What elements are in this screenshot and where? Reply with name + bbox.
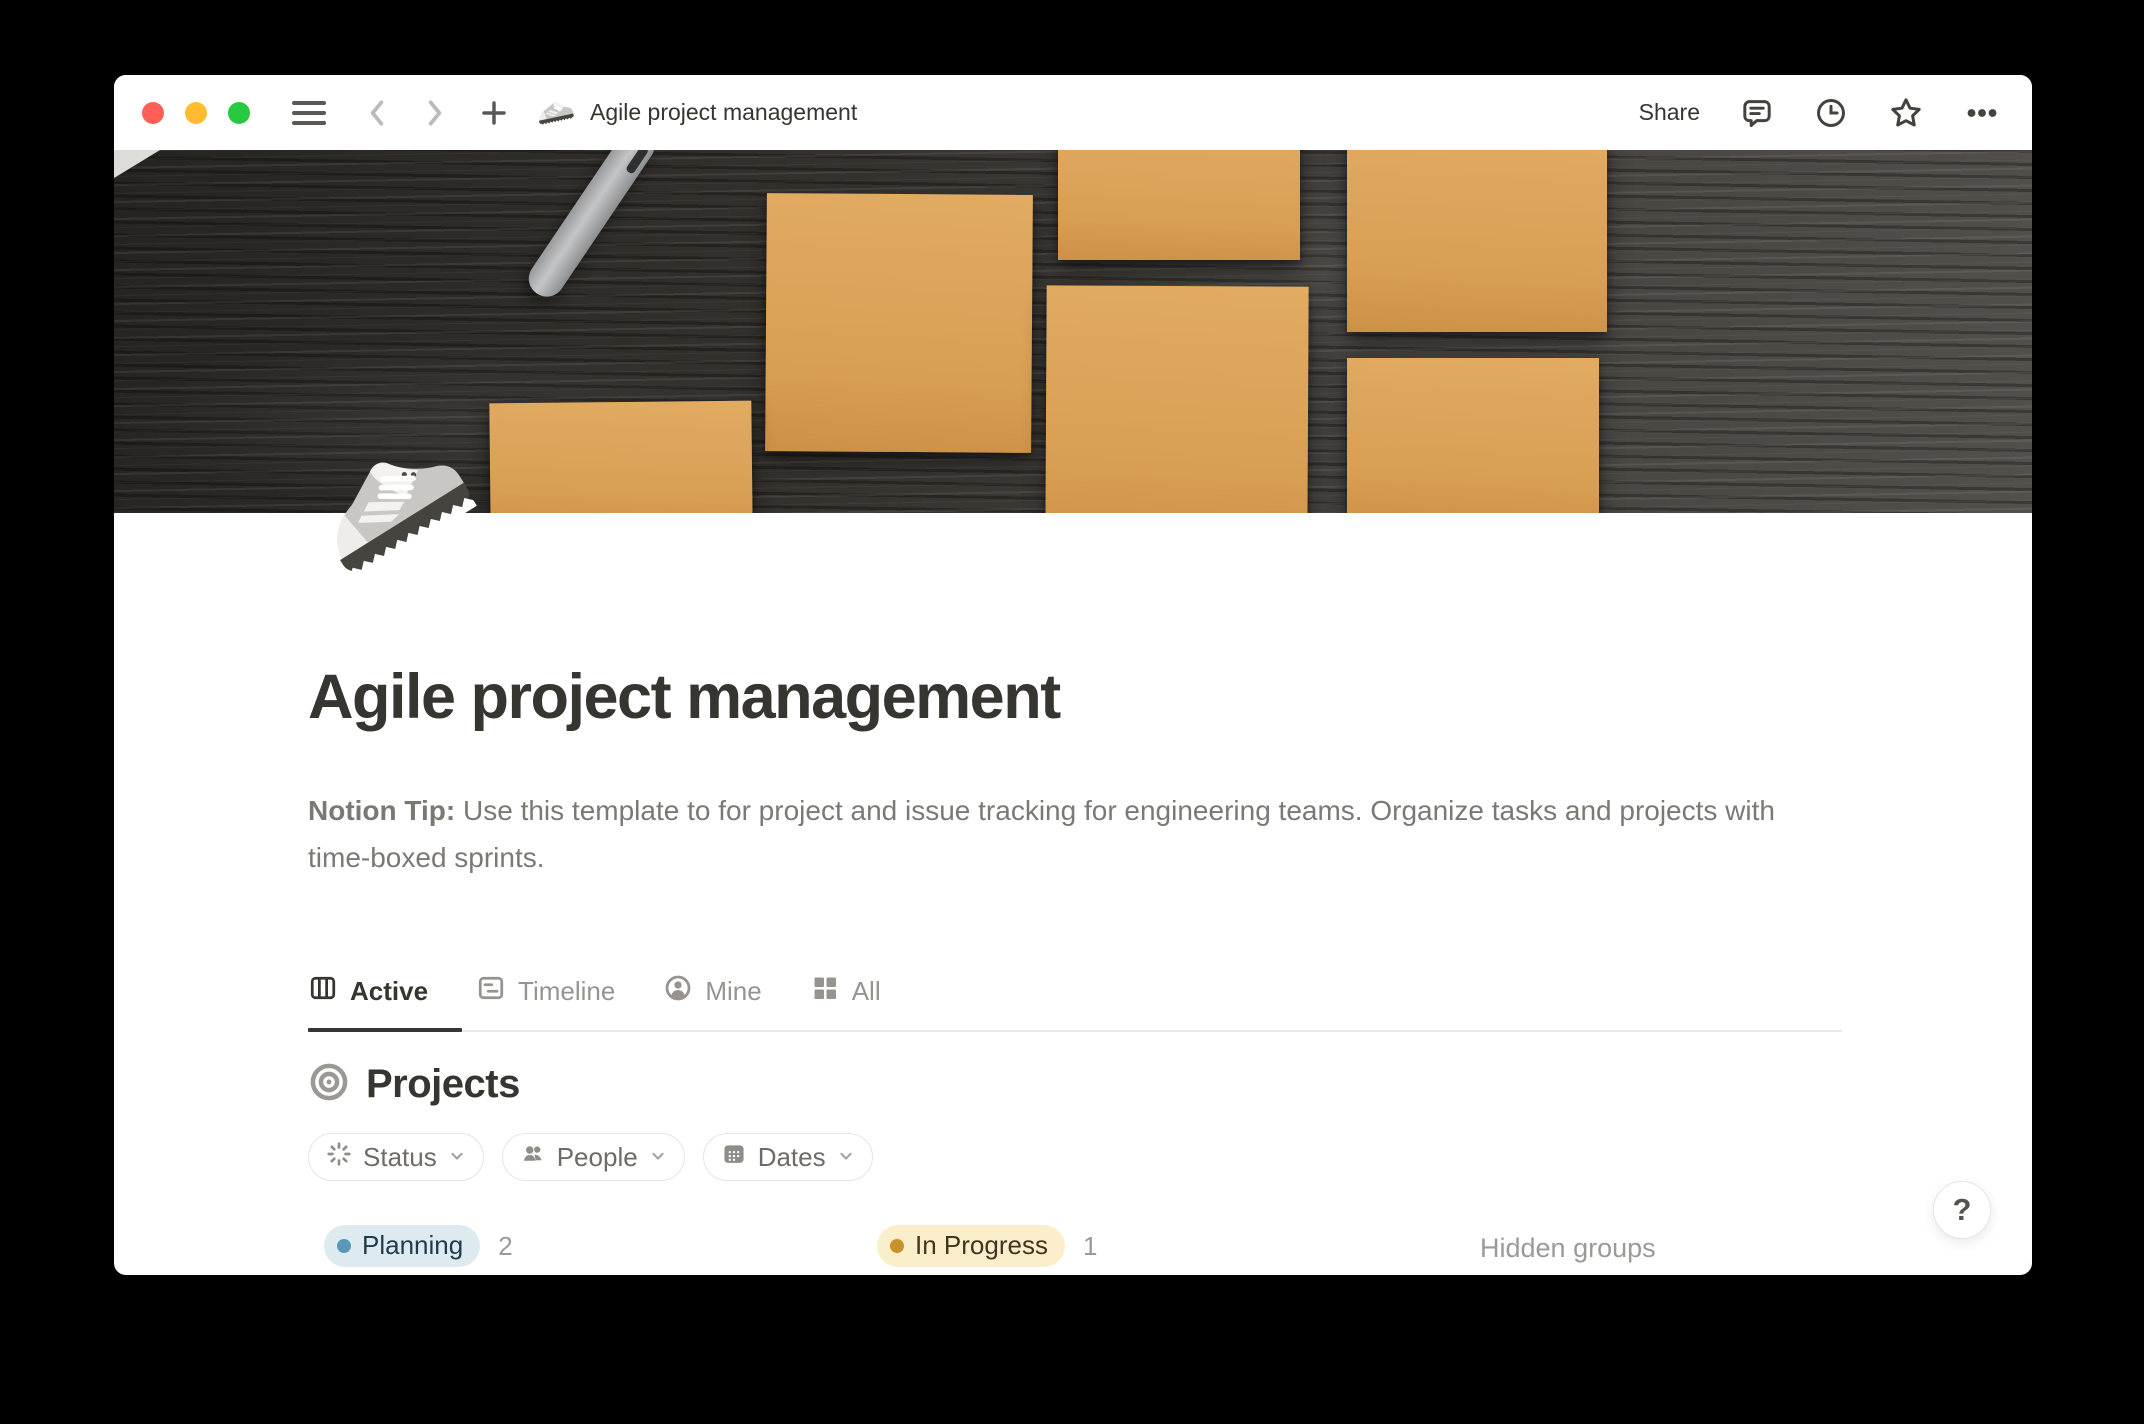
- chip-label: Dates: [758, 1142, 826, 1173]
- cover-paper-corner: [114, 150, 160, 178]
- page-title: Agile project management: [308, 661, 1060, 733]
- sticky-note: [765, 193, 1033, 453]
- back-chevron-icon[interactable]: [362, 96, 392, 130]
- tab-mine[interactable]: Mine: [663, 969, 761, 1030]
- group-label: In Progress: [915, 1230, 1048, 1261]
- people-icon: [519, 1140, 547, 1175]
- group-count: 1: [1083, 1231, 1097, 1262]
- notion-tip-text: Use this template to for project and iss…: [308, 795, 1775, 873]
- sneaker-icon: [536, 99, 574, 127]
- filter-chips: Status People Dates: [308, 1133, 873, 1181]
- target-icon: [308, 1061, 350, 1108]
- tab-label: Timeline: [518, 976, 615, 1007]
- status-filter-chip[interactable]: Status: [308, 1133, 484, 1181]
- window-title: Agile project management: [590, 99, 857, 126]
- group-count: 2: [498, 1231, 512, 1262]
- chevron-down-icon: [447, 1142, 467, 1173]
- traffic-lights: [142, 102, 250, 124]
- zoom-window-button[interactable]: [228, 102, 250, 124]
- group-planning: Planning 2: [324, 1225, 513, 1267]
- group-in-progress: In Progress 1: [877, 1225, 1097, 1267]
- favorite-star-icon[interactable]: [1888, 95, 1924, 131]
- status-dot: [890, 1239, 904, 1253]
- in-progress-group-badge[interactable]: In Progress: [877, 1225, 1065, 1267]
- tab-timeline[interactable]: Timeline: [476, 969, 615, 1030]
- notion-tip-label: Notion Tip:: [308, 795, 455, 826]
- board-view-icon: [308, 973, 338, 1010]
- comments-icon[interactable]: [1740, 96, 1774, 130]
- tab-all[interactable]: All: [810, 969, 881, 1030]
- sticky-note: [489, 401, 752, 513]
- timeline-view-icon: [476, 973, 506, 1010]
- planning-group-badge[interactable]: Planning: [324, 1225, 480, 1267]
- share-button[interactable]: Share: [1639, 99, 1700, 126]
- hidden-groups-button[interactable]: Hidden groups: [1480, 1233, 1656, 1264]
- view-tabs: Active Timeline Mine All: [308, 969, 1842, 1032]
- projects-heading-row: Projects: [308, 1061, 520, 1108]
- status-dot: [337, 1239, 351, 1253]
- projects-heading: Projects: [366, 1062, 520, 1107]
- history-clock-icon[interactable]: [1814, 96, 1848, 130]
- sticky-note: [1347, 358, 1599, 513]
- chevron-down-icon: [836, 1142, 856, 1173]
- tab-label: Mine: [705, 976, 761, 1007]
- minimize-window-button[interactable]: [185, 102, 207, 124]
- notion-window: Agile project management Share: [114, 75, 2032, 1275]
- sticky-note: [1045, 285, 1308, 513]
- page-body: Agile project management Notion Tip: Use…: [114, 513, 2032, 1275]
- help-button[interactable]: ?: [1933, 1181, 1991, 1239]
- person-view-icon: [663, 973, 693, 1010]
- group-label: Planning: [362, 1230, 463, 1261]
- chip-label: Status: [363, 1142, 437, 1173]
- cover-pen: [522, 150, 658, 304]
- tab-label: Active: [350, 976, 428, 1007]
- dates-filter-chip[interactable]: Dates: [703, 1133, 873, 1181]
- calendar-icon: [720, 1140, 748, 1175]
- titlebar: Agile project management Share: [114, 75, 2032, 150]
- tab-label: All: [852, 976, 881, 1007]
- chip-label: People: [557, 1142, 638, 1173]
- board-group-headers: Planning 2 In Progress 1 Hidden groups: [308, 1225, 1842, 1275]
- chevron-down-icon: [648, 1142, 668, 1173]
- more-options-ellipsis-icon[interactable]: [1964, 95, 2000, 131]
- page-icon-sneaker[interactable]: [306, 441, 476, 571]
- sticky-note: [1347, 150, 1607, 332]
- sidebar-menu-icon[interactable]: [292, 101, 326, 125]
- status-spinner-icon: [325, 1140, 353, 1175]
- people-filter-chip[interactable]: People: [502, 1133, 685, 1181]
- new-tab-plus-icon[interactable]: [478, 97, 510, 129]
- sticky-note: [1058, 150, 1300, 260]
- tab-active[interactable]: Active: [308, 969, 428, 1030]
- notion-tip: Notion Tip: Use this template to for pro…: [308, 787, 1830, 881]
- forward-chevron-icon[interactable]: [420, 96, 450, 130]
- grid-view-icon: [810, 973, 840, 1010]
- close-window-button[interactable]: [142, 102, 164, 124]
